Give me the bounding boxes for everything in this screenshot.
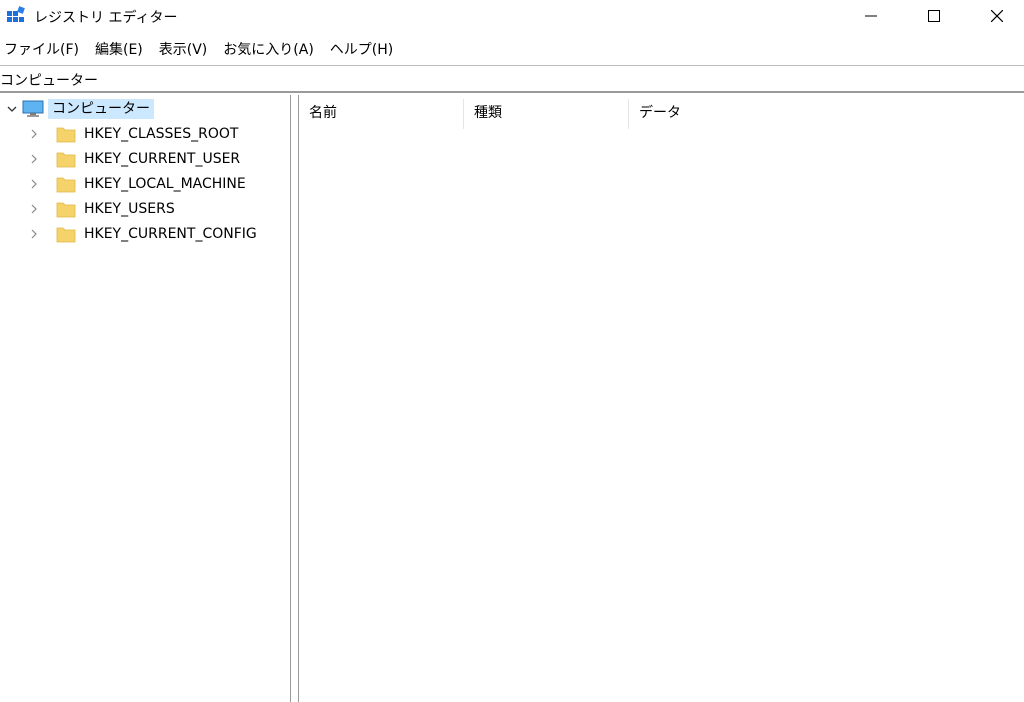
tree-item-label[interactable]: HKEY_LOCAL_MACHINE xyxy=(84,175,246,193)
list-header: 名前 種類 データ xyxy=(299,99,1024,129)
key-tree-pane[interactable]: コンピューター HKEY_CLASSES_ROOT HKEY_CURRENT_U… xyxy=(0,95,290,702)
computer-icon xyxy=(22,100,44,118)
column-header-type[interactable]: 種類 xyxy=(463,99,628,129)
column-header-name[interactable]: 名前 xyxy=(299,99,463,129)
tree-item-hkey-local-machine[interactable]: HKEY_LOCAL_MACHINE xyxy=(26,172,246,196)
tree-item-label[interactable]: HKEY_USERS xyxy=(84,200,175,218)
tree-item-label[interactable]: HKEY_CURRENT_USER xyxy=(84,150,240,168)
address-path[interactable]: コンピューター xyxy=(0,70,98,90)
pane-splitter[interactable] xyxy=(290,95,299,702)
folder-icon xyxy=(56,175,76,193)
tree-item-hkey-current-user[interactable]: HKEY_CURRENT_USER xyxy=(26,147,240,171)
tree-item-hkey-users[interactable]: HKEY_USERS xyxy=(26,197,175,221)
folder-icon xyxy=(56,125,76,143)
menu-edit[interactable]: 編集(E) xyxy=(90,38,148,62)
chevron-right-icon[interactable] xyxy=(26,151,42,167)
chevron-right-icon[interactable] xyxy=(26,226,42,242)
chevron-down-icon[interactable] xyxy=(4,101,20,117)
folder-icon xyxy=(56,225,76,243)
menu-file[interactable]: ファイル(F) xyxy=(0,38,84,62)
column-header-data[interactable]: データ xyxy=(628,99,1024,129)
chevron-right-icon[interactable] xyxy=(26,201,42,217)
tree-item-label[interactable]: コンピューター xyxy=(48,99,154,119)
tree-item-label[interactable]: HKEY_CURRENT_CONFIG xyxy=(84,225,257,243)
maximize-icon xyxy=(928,10,940,22)
window-title: レジストリ エディター xyxy=(34,10,178,26)
minimize-button[interactable] xyxy=(848,0,894,32)
folder-icon xyxy=(56,200,76,218)
title-bar[interactable]: レジストリ エディター xyxy=(0,0,1024,34)
menu-favorites[interactable]: お気に入り(A) xyxy=(218,38,319,62)
values-list-pane[interactable]: 名前 種類 データ xyxy=(299,95,1024,702)
folder-icon xyxy=(56,150,76,168)
tree-item-label[interactable]: HKEY_CLASSES_ROOT xyxy=(84,125,238,143)
maximize-button[interactable] xyxy=(911,0,957,32)
chevron-right-icon[interactable] xyxy=(26,176,42,192)
minimize-icon xyxy=(865,15,877,17)
registry-editor-window: レジストリ エディター ファイル(F) 編集(E) 表示(V) お気に入り(A)… xyxy=(0,0,1024,702)
tree-item-hkey-classes-root[interactable]: HKEY_CLASSES_ROOT xyxy=(26,122,238,146)
tree-item-computer[interactable]: コンピューター xyxy=(4,97,154,121)
tree-item-hkey-current-config[interactable]: HKEY_CURRENT_CONFIG xyxy=(26,222,257,246)
menu-view[interactable]: 表示(V) xyxy=(154,38,213,62)
chevron-right-icon[interactable] xyxy=(26,126,42,142)
menu-bar: ファイル(F) 編集(E) 表示(V) お気に入り(A) ヘルプ(H) xyxy=(0,38,404,62)
close-icon xyxy=(991,10,1003,22)
address-bar[interactable]: コンピューター xyxy=(0,65,1024,93)
menu-help[interactable]: ヘルプ(H) xyxy=(325,38,398,62)
registry-editor-app-icon xyxy=(6,6,26,26)
close-button[interactable] xyxy=(974,0,1020,32)
